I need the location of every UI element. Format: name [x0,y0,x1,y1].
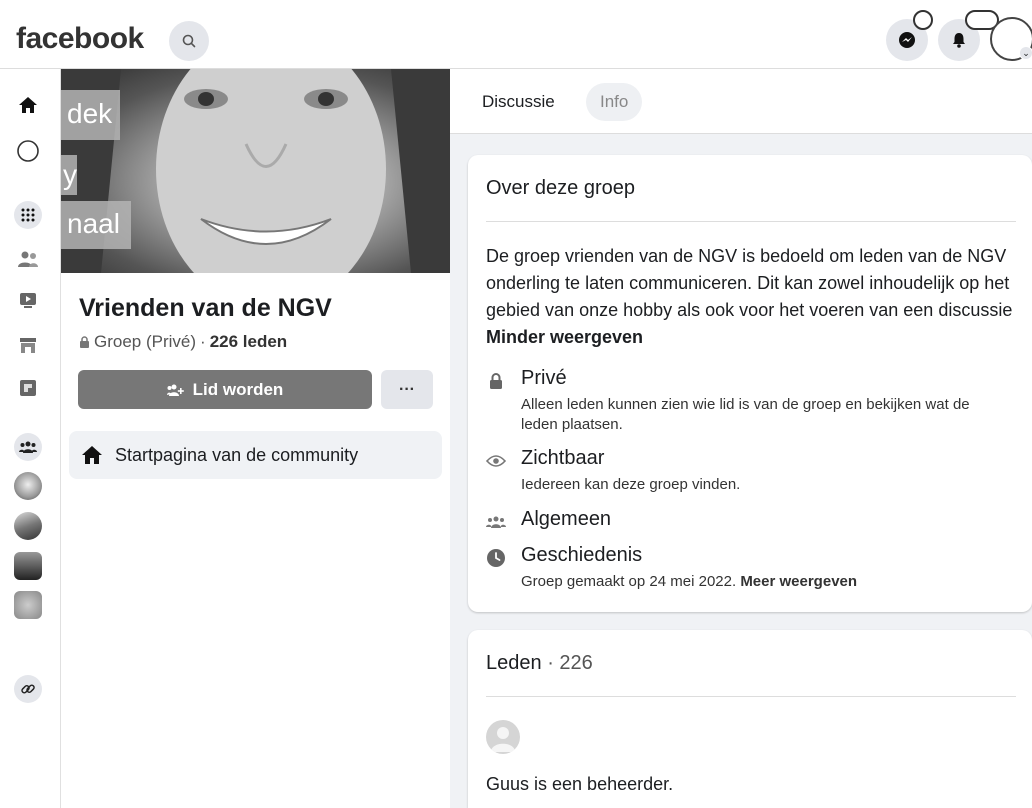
group-member-count[interactable]: 226 leden [210,332,288,352]
history-description: Groep gemaakt op 24 mei 2022. Meer weerg… [521,572,1001,592]
group-photo-3[interactable] [14,552,42,580]
group-meta: Groep (Privé) · 226 leden [79,332,287,352]
group-header-panel: dek y naal Vrienden van de NGV Groep (Pr… [61,69,450,808]
members-count: · 226 [547,652,593,674]
community-home-link[interactable]: Startpagina van de community [69,431,442,479]
more-options-button[interactable]: ··· [381,370,433,409]
about-description: De groep vrienden van de NGV is bedoeld … [486,243,1026,351]
group-photo-2[interactable] [14,512,42,540]
join-group-icon [166,384,184,396]
lock-icon [80,335,89,348]
group-photo-1[interactable] [14,472,42,500]
clock-icon [486,548,506,568]
search-button[interactable] [169,21,209,61]
privacy-title: Privé [521,367,567,389]
join-group-button[interactable]: Lid worden [78,370,372,409]
visibility-title: Zichtbaar [521,447,605,469]
group-title[interactable]: Vrienden van de NGV [79,294,332,323]
cover-text-2: y [61,155,77,195]
facebook-logo[interactable]: facebook [16,22,144,56]
show-more-link[interactable]: Meer weergeven [740,573,857,590]
gaming-icon[interactable] [14,374,42,402]
community-home-label: Startpagina van de community [115,444,359,465]
top-navigation-bar: facebook ⌄ [0,0,1032,69]
watch-icon[interactable] [14,286,42,314]
general-title: Algemeen [521,508,612,530]
search-icon [182,34,196,48]
privacy-description: Alleen leden kunnen zien wie lid is van … [521,396,970,433]
members-card: Leden · 226 Guus is een beheerder. [468,630,1032,808]
divider [486,221,1016,222]
members-title[interactable]: Leden · 226 [486,652,593,675]
group-privacy: Groep (Privé) [94,332,197,351]
tab-discussion[interactable]: Discussie [468,83,569,121]
circle-icon[interactable] [14,137,42,165]
home-icon [82,446,102,464]
home-icon[interactable] [14,91,42,119]
messenger-icon [899,32,915,48]
about-description-text: De groep vrienden van de NGV is bedoeld … [486,246,1013,320]
member-avatar[interactable] [486,720,520,754]
meta-separator: · [200,332,206,351]
link-icon[interactable] [14,675,42,703]
divider [486,696,1016,697]
menu-grid-icon[interactable] [14,201,42,229]
group-tabs: Discussie Info [450,69,1032,134]
tab-info[interactable]: Info [586,83,643,121]
history-title: Geschiedenis [521,544,643,566]
cover-text-3: naal [61,201,131,249]
group-photo-4[interactable] [14,591,42,619]
marketplace-icon[interactable] [14,331,42,359]
history-created-date: Groep gemaakt op 24 mei 2022. [521,573,737,590]
members-label: Leden [486,652,542,674]
admin-info: Guus is een beheerder. [486,774,674,794]
groups-icon [486,512,506,532]
chevron-down-icon[interactable]: ⌄ [1019,46,1032,60]
groups-icon[interactable] [14,433,42,461]
notifications-icon [953,33,965,48]
lock-icon [486,371,506,391]
join-group-label: Lid worden [192,379,284,399]
cover-text-1: dek [61,90,120,140]
friends-icon[interactable] [14,245,42,273]
show-less-link[interactable]: Minder weergeven [486,327,643,347]
left-navigation-rail [0,69,61,808]
about-group-card: Over deze groep De groep vrienden van de… [468,155,1032,612]
messenger-badge [913,10,933,30]
visibility-description: Iedereen kan deze groep vinden. [521,476,741,493]
eye-icon [486,451,506,471]
group-cover-photo[interactable]: dek y naal [61,69,450,273]
about-title: Over deze groep [486,177,635,199]
